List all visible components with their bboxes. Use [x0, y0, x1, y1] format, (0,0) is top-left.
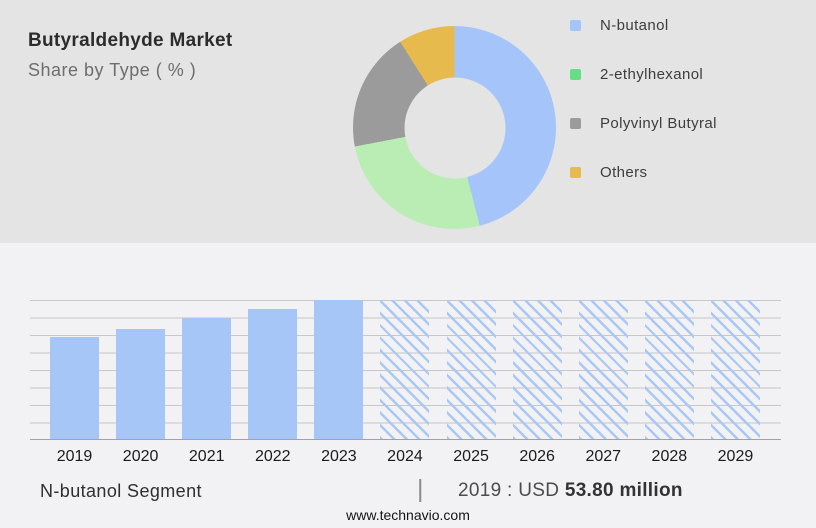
market-size-panel: 2019 2020 2021 2022 2023 2024 2025 2026 2027 2028…	[0, 243, 816, 528]
bar-2019	[50, 336, 99, 439]
market-value-annotation: 2019 : USD 53.80 million	[458, 480, 683, 502]
legend: N-butanol 2-ethylhexanol Polyvinyl Butyr…	[570, 17, 717, 213]
year-label-2023: 2023	[321, 448, 357, 465]
legend-item: Others	[570, 163, 717, 181]
legend-label: Polyvinyl Butyral	[600, 114, 717, 132]
bar-2022	[248, 308, 298, 439]
legend-swatch-icon	[570, 117, 581, 129]
page-title: Butyraldehyde Market	[28, 30, 233, 51]
year-label-2026: 2026	[519, 448, 555, 465]
legend-item: N-butanol	[570, 16, 717, 34]
bar-2023	[314, 300, 364, 439]
legend-swatch-icon	[570, 68, 581, 80]
bar-2021	[182, 317, 232, 439]
bar-2026	[512, 300, 562, 439]
share-by-type-panel: Butyraldehyde Market Share by Type ( % )…	[0, 0, 816, 243]
donut-hole	[404, 77, 505, 178]
legend-label: Others	[600, 163, 648, 181]
page-subtitle: Share by Type ( % )	[28, 60, 197, 80]
legend-item: Polyvinyl Butyral	[570, 114, 717, 132]
bar-chart	[30, 300, 781, 440]
bar-2028	[644, 300, 694, 439]
bar-2024	[380, 300, 430, 439]
legend-swatch-icon	[570, 166, 581, 178]
legend-label: N-butanol	[600, 16, 669, 34]
year-label-2021: 2021	[188, 448, 225, 465]
year-label-2024: 2024	[387, 448, 423, 465]
year-label-2028: 2028	[651, 448, 688, 465]
divider-bar: |	[417, 475, 424, 503]
year-label-2022: 2022	[254, 448, 291, 465]
donut-chart	[353, 26, 556, 229]
x-axis-labels: 2019 2020 2021 2022 2023 2024 2025 2026 2027 2028…	[50, 448, 760, 466]
bar-2025	[446, 300, 496, 439]
legend-item: 2-ethylhexanol	[570, 65, 717, 83]
year-label-2027: 2027	[585, 448, 622, 465]
year-label-2025: 2025	[453, 448, 489, 465]
market-value-prefix: 2019 : USD	[458, 480, 560, 501]
bars-row	[50, 300, 760, 439]
market-value-bold: 53.80 million	[564, 480, 683, 501]
year-label-2020: 2020	[122, 448, 159, 465]
website-url: www.technavio.com	[346, 507, 470, 523]
bar-2027	[578, 300, 628, 439]
bar-2029	[710, 300, 760, 439]
legend-label: 2-ethylhexanol	[600, 65, 704, 83]
year-label-2029: 2029	[717, 448, 754, 465]
title-block: Butyraldehyde Market Share by Type ( % )	[28, 30, 233, 81]
legend-swatch-icon	[570, 19, 581, 31]
segment-label: N-butanol Segment	[40, 481, 202, 501]
year-label-2019: 2019	[56, 448, 93, 465]
bar-2020	[116, 328, 166, 439]
